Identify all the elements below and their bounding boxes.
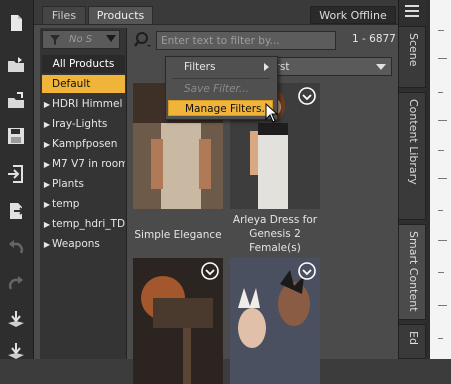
- category-label: temp: [52, 198, 80, 210]
- merge-folder-icon[interactable]: [5, 90, 27, 112]
- tab-label: Scene: [407, 33, 420, 67]
- menu-separator: [172, 78, 270, 79]
- tab-editor[interactable]: Ed: [398, 324, 426, 359]
- tab-label: Smart Content: [407, 231, 420, 312]
- category-label: M7 V7 in room: [52, 158, 125, 170]
- main-toolbar: [0, 0, 34, 359]
- ruler-tick: [438, 150, 444, 151]
- category-label: Default: [52, 78, 91, 90]
- export-icon[interactable]: [5, 200, 27, 222]
- ruler-tick: [438, 178, 447, 179]
- submenu-arrow-icon: [264, 63, 269, 71]
- category-label: HDRI Himmel: [52, 98, 123, 110]
- expand-arrow-icon: ▶: [43, 120, 51, 129]
- redo-icon[interactable]: [5, 272, 27, 294]
- new-file-icon[interactable]: [5, 12, 27, 34]
- chevron-down-icon: [106, 35, 116, 42]
- filter-menu: Filters Save Filter... Manage Filters...: [165, 56, 278, 120]
- update-badge-icon[interactable]: [201, 262, 219, 280]
- menu-item-label: Manage Filters...: [185, 103, 272, 115]
- tab-label: Content Library: [407, 99, 420, 185]
- work-offline-button[interactable]: Work Offline: [310, 6, 396, 24]
- ruler-tick: [438, 30, 444, 31]
- category-label: Weapons: [52, 238, 100, 250]
- menu-item-manage-filters[interactable]: Manage Filters...: [168, 100, 273, 116]
- product-name: Simple Elegance: [134, 229, 222, 241]
- ruler-tick: [438, 272, 444, 273]
- tab-products[interactable]: Products: [88, 6, 153, 24]
- result-count: 1 - 6877: [352, 33, 396, 45]
- ruler-tick: [438, 305, 447, 306]
- drop-to-floor-icon[interactable]: [5, 308, 27, 330]
- expand-arrow-icon: ▶: [43, 180, 51, 189]
- tab-content-library[interactable]: Content Library: [398, 92, 426, 220]
- expand-arrow-icon: ▶: [43, 240, 51, 249]
- category-list: No S All Products Default ▶ HDRI Himmel ▶…: [40, 28, 127, 359]
- category-item-hdri-himmel[interactable]: ▶ HDRI Himmel: [42, 95, 125, 113]
- ruler-tick: [438, 240, 447, 241]
- update-badge-icon[interactable]: [298, 87, 316, 105]
- expand-arrow-icon: ▶: [43, 100, 51, 109]
- category-item-plants[interactable]: ▶ Plants: [42, 175, 125, 193]
- category-item-all-products[interactable]: All Products: [42, 55, 125, 73]
- adjacent-panel: [426, 0, 451, 359]
- search-input[interactable]: [156, 31, 336, 50]
- undo-icon[interactable]: [5, 236, 27, 258]
- category-filter-placeholder: No S: [69, 34, 93, 45]
- menu-item-filters[interactable]: Filters: [168, 59, 273, 75]
- ruler-tick: [438, 338, 443, 339]
- search-icon[interactable]: [134, 31, 152, 49]
- chevron-down-icon: [376, 64, 386, 70]
- expand-arrow-icon: ▶: [43, 140, 51, 149]
- tab-smart-content[interactable]: Smart Content: [398, 224, 426, 320]
- update-badge-icon[interactable]: [298, 262, 316, 280]
- category-item-temp-hdri-td[interactable]: ▶ temp_hdri_TD: [42, 215, 125, 233]
- hamburger-menu-icon[interactable]: [404, 4, 420, 18]
- ruler-tick: [438, 58, 447, 59]
- smart-content-pane: Files Products Work Offline No S All Pro…: [34, 0, 398, 384]
- product-name: Arleya Dress for Genesis 2 Female(s): [232, 214, 318, 254]
- category-item-m7-v7[interactable]: ▶ M7 V7 in room: [42, 155, 125, 173]
- ruler-tick: [438, 92, 443, 93]
- category-filter-dropdown[interactable]: No S: [42, 30, 120, 49]
- pane-tab-bar: Files Products Work Offline: [34, 0, 398, 25]
- tab-files[interactable]: Files: [42, 6, 86, 24]
- category-item-temp[interactable]: ▶ temp: [42, 195, 125, 213]
- ruler-tick: [438, 120, 447, 121]
- open-folder-icon[interactable]: [5, 54, 27, 76]
- category-label: Plants: [52, 178, 84, 190]
- category-item-weapons[interactable]: ▶ Weapons: [42, 235, 125, 253]
- funnel-icon: [50, 35, 60, 45]
- category-item-iray-lights[interactable]: ▶ Iray-Lights: [42, 115, 125, 133]
- menu-item-label: Save Filter...: [184, 83, 249, 95]
- menu-item-save-filter[interactable]: Save Filter...: [168, 81, 273, 97]
- category-label: Kampfposen: [52, 138, 118, 150]
- category-label: temp_hdri_TD: [52, 218, 125, 230]
- category-label: Iray-Lights: [52, 118, 108, 130]
- expand-arrow-icon: ▶: [43, 200, 51, 209]
- category-item-default[interactable]: Default: [42, 75, 125, 93]
- category-label: All Products: [52, 58, 115, 70]
- expand-arrow-icon: ▶: [43, 160, 51, 169]
- save-icon[interactable]: [5, 125, 27, 147]
- tab-scene[interactable]: Scene: [398, 26, 426, 88]
- category-item-kampfposen[interactable]: ▶ Kampfposen: [42, 135, 125, 153]
- tab-label: Ed: [407, 331, 420, 345]
- import-icon[interactable]: [5, 163, 27, 185]
- menu-item-label: Filters: [184, 61, 216, 73]
- mouse-cursor-icon: [265, 103, 279, 123]
- ruler-tick: [438, 210, 443, 211]
- expand-arrow-icon: ▶: [43, 220, 51, 229]
